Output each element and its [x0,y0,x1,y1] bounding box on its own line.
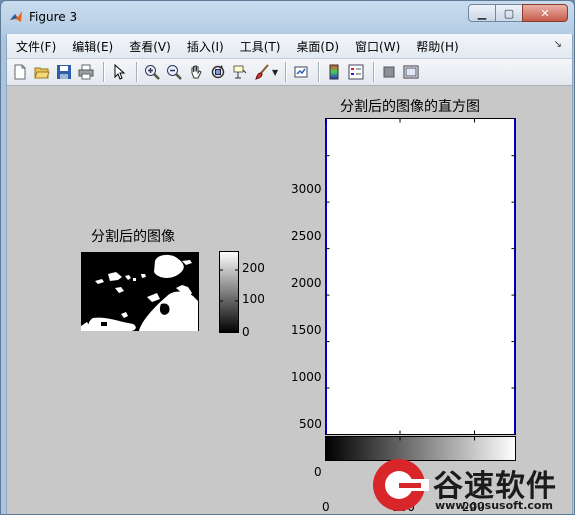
dock-arrow-icon[interactable]: ↘ [554,39,562,50]
colorbar-tick-label: 200 [242,261,265,275]
menu-window[interactable]: 窗口(W) [347,38,408,55]
watermark-logo: 谷速软件 www.gususoft.com [373,459,573,514]
y-tick-label: 500 [299,417,322,431]
y-tick-label: 0 [314,465,322,479]
colorbar-icon[interactable] [324,62,344,82]
figure-toolbar: ▼ [7,59,572,86]
hide-plot-tools-icon[interactable] [379,62,399,82]
open-file-icon[interactable] [32,62,52,82]
pointer-icon[interactable] [109,62,129,82]
figure-client-area: 文件(F) 编辑(E) 查看(V) 插入(I) 工具(T) 桌面(D) 窗口(W… [6,34,573,514]
toolbar-separator [373,62,375,82]
right-axes-title: 分割后的图像的直方图 [340,99,480,115]
figure-window: Figure 3 ▁ ▢ ✕ 文件(F) 编辑(E) 查看(V) 插入(I) 工… [0,0,575,515]
left-colorbar [219,251,239,333]
new-figure-icon[interactable] [10,62,30,82]
menu-desktop[interactable]: 桌面(D) [288,38,347,55]
left-axes-title: 分割后的图像 [91,229,175,245]
menu-view[interactable]: 查看(V) [121,38,179,55]
g-logo-icon [373,459,429,511]
menu-bar: 文件(F) 编辑(E) 查看(V) 插入(I) 工具(T) 桌面(D) 窗口(W… [7,34,572,59]
y-tick-label: 3000 [291,182,322,196]
window-title: Figure 3 [29,10,78,24]
toolbar-separator [136,62,137,82]
x-tick-label: 0 [322,500,330,514]
menu-edit[interactable]: 编辑(E) [64,38,121,55]
brush-dropdown-icon[interactable]: ▼ [272,68,278,77]
menu-tools[interactable]: 工具(T) [232,38,289,55]
rotate-3d-icon[interactable] [208,62,228,82]
menu-insert[interactable]: 插入(I) [179,38,232,55]
matlab-icon [10,11,22,22]
window-controls: ▁ ▢ ✕ [468,4,568,22]
print-icon[interactable] [76,62,96,82]
brush-icon[interactable] [252,62,272,82]
colorbar-tick-label: 0 [242,325,250,339]
menu-file[interactable]: 文件(F) [7,38,64,55]
show-plot-tools-icon[interactable] [401,62,421,82]
data-cursor-icon[interactable] [230,62,250,82]
toolbar-separator [285,62,287,82]
zoom-in-icon[interactable] [142,62,162,82]
histogram-chart [325,118,516,461]
menu-help[interactable]: 帮助(H) [408,38,466,55]
watermark-url: www.gususoft.com [435,499,553,512]
minimize-button[interactable]: ▁ [468,4,496,22]
legend-icon[interactable] [346,62,366,82]
y-tick-label: 2500 [291,229,322,243]
close-button[interactable]: ✕ [522,4,568,22]
colorbar-tick-label: 100 [242,292,265,306]
toolbar-separator [103,62,104,82]
title-bar[interactable]: Figure 3 ▁ ▢ ✕ [1,1,574,33]
maximize-button[interactable]: ▢ [495,4,523,22]
y-tick-label: 1500 [291,323,322,337]
y-tick-label: 1000 [291,370,322,384]
toolbar-separator [318,62,320,82]
pan-hand-icon[interactable] [186,62,206,82]
save-icon[interactable] [54,62,74,82]
segmented-image [81,252,199,331]
zoom-out-icon[interactable] [164,62,184,82]
y-tick-label: 2000 [291,276,322,290]
link-plot-icon[interactable] [291,62,311,82]
